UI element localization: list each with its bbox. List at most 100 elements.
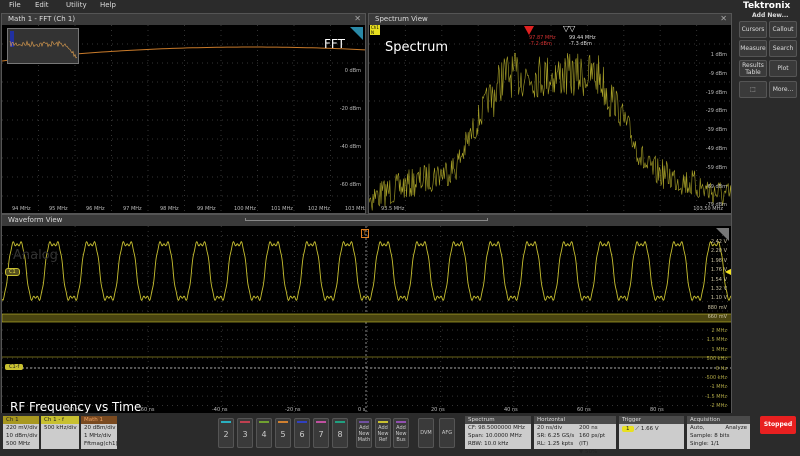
menu-bar: File Edit Utility Help	[0, 0, 735, 12]
trigger-source: 1	[622, 426, 634, 432]
horizontal-settings-badge[interactable]: Horizontal 20 ns/div SR: 6.25 GS/s RL: 1.2…	[534, 416, 616, 455]
plot-button[interactable]: Plot	[769, 60, 797, 77]
y-label: -59 dBm	[705, 164, 727, 171]
y-label: -9 dBm	[708, 70, 727, 77]
y-label: -40 dBm	[339, 144, 361, 150]
measure-button[interactable]: Measure	[739, 40, 767, 57]
x-label: 94 MHz	[12, 206, 31, 212]
spectrum-overlay-label: Spectrum	[385, 40, 448, 55]
spectrum-settings-badge[interactable]: Spectrum CF: 98.5000000 MHz Span: 10.0000 …	[465, 416, 531, 449]
math1-badge[interactable]: Math 1 20 dBm/div 1 MHz/div Fftmag(ch1)	[81, 416, 118, 449]
y-label: -19 dBm	[705, 89, 727, 96]
channel-tag[interactable]: Ch1 N	[370, 25, 380, 35]
freq-label: -1.5 MHz	[704, 393, 727, 400]
results-table-button[interactable]: Results Table	[739, 60, 767, 77]
acquisition-settings-badge[interactable]: Acquisition Auto, Analyze Sample: 8 bits Sin…	[687, 416, 750, 449]
more-button[interactable]: More...	[769, 81, 797, 98]
fft-panel[interactable]: Math 1 - FFT (Ch 1) ✕ FFT 0 dBm -20 dBm -…	[1, 13, 366, 214]
volt-label: 1.32 V	[710, 286, 727, 292]
y-label: -60 dBm	[339, 182, 361, 188]
trigger-position-marker[interactable]: T	[361, 229, 369, 238]
y-label: -29 dBm	[705, 108, 727, 115]
afg-button[interactable]: AFG	[439, 418, 455, 448]
volt-label: 1.98 V	[710, 257, 727, 264]
x-label: 100 MHz	[234, 206, 256, 212]
close-icon[interactable]: ✕	[354, 14, 361, 23]
freq-label: 500 kHz	[706, 356, 727, 363]
fft-overview-thumbnail[interactable]	[7, 28, 79, 64]
y-label: 0 dBm	[344, 68, 361, 74]
volt-label: 1.76 V	[710, 267, 727, 274]
spectrum-panel-header: Spectrum View ✕	[369, 14, 731, 25]
volt-label: 1.54 V	[710, 276, 727, 283]
freq-label: -2 MHz	[709, 403, 727, 410]
x-label: 98 MHz	[160, 206, 179, 212]
marker-w-icons[interactable]: ▽▽	[563, 25, 575, 33]
fft-plot[interactable]: FFT 0 dBm -20 dBm -40 dBm -60 dBm 94 MHz…	[2, 25, 365, 213]
trigger-settings-badge[interactable]: Trigger 1 ⟋ 1.66 V	[619, 416, 684, 449]
freq-label: 0 Hz	[715, 365, 727, 372]
dvm-button[interactable]: DVM	[418, 418, 434, 448]
x-label: 103 MHz	[345, 206, 365, 212]
menu-edit[interactable]: Edit	[35, 1, 49, 9]
menu-file[interactable]: File	[9, 1, 21, 9]
waveform-plot[interactable]: Analog C1 C1-f T ◀ RF Frequency vs Time …	[2, 226, 731, 413]
freq-label: 2 MHz	[711, 328, 727, 334]
analog-watermark: Analog	[13, 248, 58, 263]
volt-label: 1.10 V	[710, 295, 727, 302]
ch1-badge[interactable]: Ch 1 220 mV/div 10 dBm/div 500 MHz	[3, 416, 39, 449]
add-new-math-button[interactable]: Add New Math	[356, 418, 372, 448]
channel-2-button[interactable]: 2	[218, 418, 234, 448]
x-start-label: 93.5 MHz	[381, 206, 405, 212]
spectrum-trace	[369, 52, 731, 211]
bottom-settings-bar: Ch 1 220 mV/div 10 dBm/div 500 MHz Ch 1 - f…	[0, 413, 800, 455]
x-end-label: 103.50 MHz	[693, 206, 723, 212]
zoom-corner-icon[interactable]	[350, 27, 363, 40]
channel-6-button[interactable]: 6	[294, 418, 310, 448]
ch1-offset-handle[interactable]: C1	[5, 268, 20, 276]
run-stop-button[interactable]: Stopped	[760, 416, 796, 434]
spectrum-plot[interactable]: Ch1 N Spectrum 97.87 MHz -7.2 dBm ▽▽ 99.44…	[369, 25, 731, 213]
rising-edge-icon: ⟋	[635, 426, 640, 432]
x-label: 95 MHz	[49, 206, 68, 212]
waveform-panel[interactable]: Waveform View Analog C1 C1-f T ◀ RF Freq…	[1, 214, 732, 414]
callout-button[interactable]: Callout	[769, 21, 797, 38]
freq-label: 1 MHz	[711, 346, 727, 353]
thumb-trace	[9, 40, 78, 59]
channel-7-button[interactable]: 7	[313, 418, 329, 448]
channel-4-button[interactable]: 4	[256, 418, 272, 448]
y-label: 1 dBm	[710, 52, 727, 58]
menu-utility[interactable]: Utility	[66, 1, 87, 9]
y-label: -69 dBm	[705, 183, 727, 190]
channel-3-button[interactable]: 3	[237, 418, 253, 448]
add-new-ref-button[interactable]: Add New Ref	[375, 418, 391, 448]
channel-8-button[interactable]: 8	[332, 418, 348, 448]
tektronix-logo: Tektronix	[743, 1, 791, 11]
zoom-box-icon: ⬚	[750, 86, 756, 93]
volt-label: 2.42 V	[710, 239, 727, 245]
x-label: 101 MHz	[271, 206, 293, 212]
close-icon[interactable]: ✕	[720, 14, 727, 23]
ch1-f-band	[2, 313, 731, 323]
channel-5-button[interactable]: 5	[275, 418, 291, 448]
freq-label: 1.5 MHz	[706, 337, 727, 344]
volt-label: 2.20 V	[710, 248, 727, 255]
add-new-bus-button[interactable]: Add New Bus	[393, 418, 409, 448]
fft-overlay-label: FFT	[324, 37, 345, 51]
x-label: 99 MHz	[197, 206, 216, 212]
ch1-f-badge[interactable]: Ch 1 - f 500 kHz/div	[41, 416, 79, 449]
search-button[interactable]: Search	[769, 40, 797, 57]
marker1-readout: 97.87 MHz -7.2 dBm	[529, 35, 556, 47]
menu-help[interactable]: Help	[100, 1, 116, 9]
c1f-offset-handle[interactable]: C1-f	[5, 364, 24, 370]
record-overview-bar[interactable]	[245, 218, 488, 221]
zoom-box-button[interactable]: ⬚	[739, 81, 767, 98]
marker-icon[interactable]	[524, 26, 534, 35]
fft-panel-header: Math 1 - FFT (Ch 1) ✕	[2, 14, 365, 25]
spectrum-panel[interactable]: Spectrum View ✕ Ch1 N Spectrum 97.87 MHz -7…	[368, 13, 732, 214]
spectrum-panel-title: Spectrum View	[375, 15, 428, 23]
volt-label: 880 mV	[707, 304, 727, 311]
x-label: 96 MHz	[86, 206, 105, 212]
cursors-button[interactable]: Cursors	[739, 21, 767, 38]
x-label: 102 MHz	[308, 206, 330, 212]
